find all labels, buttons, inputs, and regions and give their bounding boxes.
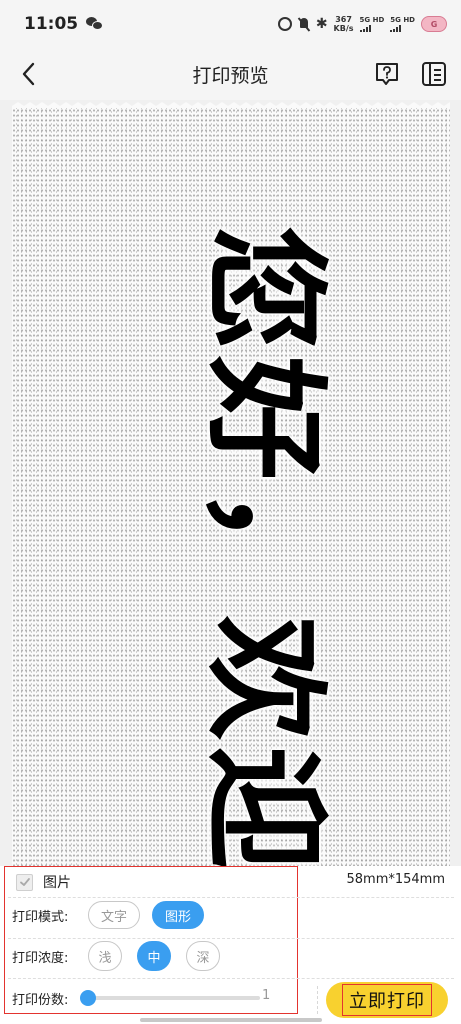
print-mode-row: 打印模式: 文字 图形 — [12, 899, 205, 931]
alarm-icon — [277, 17, 292, 31]
menu-button[interactable] — [420, 60, 448, 88]
signal-sim1-icon: 5G HD — [359, 16, 385, 32]
wechat-icon — [86, 17, 104, 31]
print-density-row: 打印浓度: 浅 中 深 — [12, 940, 220, 972]
network-speed: 367 KB/s — [334, 15, 354, 33]
print-now-label: 立即打印 — [342, 984, 432, 1016]
copies-slider-thumb[interactable] — [80, 990, 96, 1006]
bluetooth-icon: ✱ — [315, 16, 328, 32]
network-speed-value: 367 — [335, 15, 352, 24]
print-preview-area: 您好，欢迎使 — [0, 100, 461, 866]
signal-sim2-icon: 5G HD — [390, 16, 415, 32]
print-mode-label: 打印模式: — [12, 909, 69, 925]
battery-label: G — [430, 19, 438, 29]
nav-bar: 打印预览 — [0, 48, 461, 100]
divider — [8, 897, 454, 898]
home-indicator[interactable] — [140, 1018, 322, 1022]
density-option-dark[interactable]: 深 — [186, 941, 220, 971]
preview-text: 您好，欢迎使 — [192, 226, 336, 866]
print-density-label: 打印浓度: — [12, 950, 69, 966]
image-checkbox[interactable] — [16, 873, 33, 891]
sim2-label: 5G HD — [390, 16, 415, 24]
status-bar: 11:05 ✱ 367 KB/s 5G HD 5G HD G — [0, 0, 461, 48]
print-now-button[interactable]: 立即打印 — [326, 982, 448, 1018]
divider — [317, 986, 318, 1014]
divider — [8, 978, 454, 979]
print-copies-row: 打印份数: — [12, 984, 78, 1012]
divider — [8, 938, 454, 939]
density-option-light[interactable]: 浅 — [88, 941, 122, 971]
mode-option-text[interactable]: 文字 — [88, 901, 141, 929]
check-icon — [19, 878, 30, 886]
density-option-medium[interactable]: 中 — [137, 941, 171, 971]
help-button[interactable] — [374, 61, 400, 87]
help-icon — [376, 63, 398, 85]
sim1-label: 5G HD — [359, 16, 385, 24]
image-option-row: 图片 — [16, 869, 71, 895]
print-settings-panel: 图片 58mm*154mm 打印模式: 文字 图形 打印浓度: 浅 中 深 打印… — [0, 866, 461, 1024]
paper-size-label: 58mm*154mm — [346, 872, 445, 887]
back-button[interactable] — [16, 60, 44, 88]
preview-paper: 您好，欢迎使 — [12, 108, 450, 866]
battery-icon: G — [421, 16, 447, 32]
print-copies-label: 打印份数: — [12, 992, 69, 1008]
network-speed-unit: KB/s — [333, 24, 354, 33]
copies-value: 1 — [262, 988, 271, 1003]
mode-option-graphic[interactable]: 图形 — [152, 901, 205, 929]
mute-icon — [298, 17, 310, 31]
image-label: 图片 — [43, 875, 71, 891]
chevron-left-icon — [22, 62, 35, 86]
copies-slider[interactable] — [80, 990, 260, 1006]
status-time: 11:05 — [24, 14, 79, 34]
list-icon — [422, 62, 446, 86]
